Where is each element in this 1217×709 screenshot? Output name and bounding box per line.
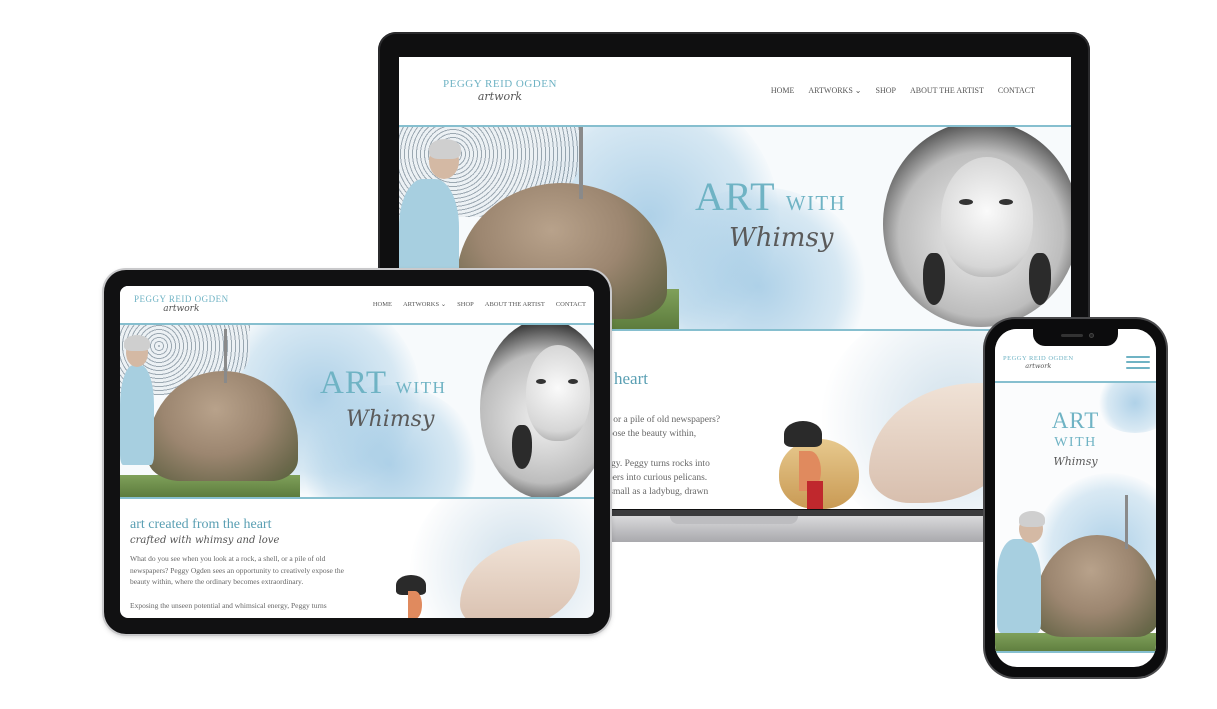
hero-with: WITH — [1054, 435, 1097, 450]
paragraph-line: papers into curious pelicans. — [599, 473, 708, 483]
artist-hair — [429, 139, 461, 159]
artist-hair — [124, 335, 150, 351]
paragraph-line: as small as a ladybug, drawn — [599, 487, 709, 497]
device-mockup-stage: PEGGY REID OGDEN artwork HOME ARTWORKS ⌄… — [0, 0, 1217, 709]
pelican-scarf — [807, 481, 823, 509]
section-heading-fragment: heart — [614, 369, 648, 388]
phone-notch — [1033, 329, 1118, 346]
logo-name: PEGGY REID OGDEN — [1003, 354, 1074, 362]
section-tagline: crafted with whimsy and love — [130, 535, 280, 546]
tablet-device: PEGGY REID OGDEN artwork HOME ARTWORKS ⌄… — [104, 270, 610, 634]
face-eye — [568, 379, 578, 384]
nav-about[interactable]: ABOUT THE ARTIST — [485, 301, 545, 308]
face-eye — [999, 199, 1013, 205]
hero-art: ART — [1051, 408, 1100, 433]
site-header: PEGGY REID OGDEN artwork HOME ARTWORKS ⌄… — [120, 286, 594, 322]
main-nav: HOME ARTWORKS ⌄ SHOP ABOUT THE ARTIST CO… — [771, 86, 1035, 95]
face-eye — [959, 199, 973, 205]
nav-home[interactable]: HOME — [373, 301, 392, 308]
hero-title: ART WITH — [695, 173, 846, 220]
hamburger-menu-icon[interactable] — [1126, 355, 1150, 369]
logo-sub: artwork — [477, 89, 523, 103]
hero-banner: ART WITH Whimsy — [995, 383, 1156, 653]
menu-bar — [1126, 366, 1150, 369]
site-logo[interactable]: PEGGY REID OGDEN artwork — [1003, 355, 1074, 370]
hero-whimsy: Whimsy — [346, 407, 435, 432]
face-center — [941, 157, 1033, 277]
site-header: PEGGY REID OGDEN artwork HOME ARTWORKS ⌄… — [399, 57, 1071, 123]
site-logo[interactable]: PEGGY REID OGDEN artwork — [134, 294, 229, 314]
laptop-notch — [670, 516, 798, 524]
logo-sub: artwork — [1025, 361, 1052, 370]
paragraph-line: nergy. Peggy turns rocks into — [599, 459, 710, 469]
section-heading: art created from the heart — [130, 517, 272, 532]
hero-whimsy: Whimsy — [729, 223, 834, 253]
face-eye — [536, 379, 546, 384]
nav-artworks[interactable]: ARTWORKS ⌄ — [808, 86, 861, 95]
logo-name: PEGGY REID OGDEN — [443, 77, 557, 90]
lighthouse-pole — [1125, 495, 1128, 549]
nav-about[interactable]: ABOUT THE ARTIST — [910, 86, 984, 95]
phone-screen: PEGGY REID OGDEN artwork ART WITH Whimsy — [995, 329, 1156, 667]
phone-device: PEGGY REID OGDEN artwork ART WITH Whimsy — [985, 319, 1166, 677]
nav-shop[interactable]: SHOP — [457, 301, 474, 308]
earring — [923, 253, 945, 305]
artist-hair — [1019, 511, 1045, 527]
lighthouse-pole — [224, 329, 227, 383]
phone-speaker — [1061, 334, 1083, 337]
artist-figure — [120, 365, 154, 465]
tablet-screen: PEGGY REID OGDEN artwork HOME ARTWORKS ⌄… — [120, 286, 594, 618]
site-logo[interactable]: PEGGY REID OGDEN artwork — [443, 78, 557, 103]
hero-art: ART — [320, 365, 387, 401]
artist-figure — [997, 539, 1041, 633]
main-nav: HOME ARTWORKS ⌄ SHOP ABOUT THE ARTIST CO… — [373, 300, 586, 309]
pelican-hat — [784, 421, 822, 447]
hero-title: ART WITH — [320, 365, 446, 402]
nav-shop[interactable]: SHOP — [876, 86, 896, 95]
intro-paragraph: What do you see when you look at a rock,… — [130, 554, 344, 586]
face-center — [526, 345, 590, 441]
nav-artworks[interactable]: ARTWORKS ⌄ — [403, 300, 446, 308]
hero-rule — [995, 651, 1156, 653]
menu-bar — [1126, 355, 1150, 358]
hero-whimsy: Whimsy — [1053, 455, 1098, 468]
pelican-beak — [408, 591, 422, 618]
lighthouse-pole — [579, 127, 583, 199]
hero-with: WITH — [395, 378, 447, 397]
nav-contact[interactable]: CONTACT — [556, 301, 586, 308]
nav-contact[interactable]: CONTACT — [998, 86, 1035, 95]
logo-sub: artwork — [163, 304, 200, 314]
paragraph-line: expose the beauty within, — [599, 429, 697, 439]
intro-paragraph-2: Exposing the unseen potential and whimsi… — [130, 601, 327, 610]
paragraph-line: ell, or a pile of old newspapers? — [599, 415, 721, 425]
hero-art: ART — [695, 174, 775, 219]
earring — [1029, 253, 1051, 305]
intro-section: art created from the heart crafted with … — [120, 499, 594, 618]
menu-bar — [1126, 361, 1150, 363]
logo-name: PEGGY REID OGDEN — [134, 294, 229, 304]
hero-banner: ART WITH Whimsy — [120, 325, 594, 497]
nav-home[interactable]: HOME — [771, 86, 795, 95]
intro-paragraph-visible: ell, or a pile of old newspapers? expose… — [599, 413, 759, 499]
hero-with: WITH — [785, 192, 847, 215]
earring — [512, 425, 532, 469]
phone-camera — [1089, 333, 1094, 338]
